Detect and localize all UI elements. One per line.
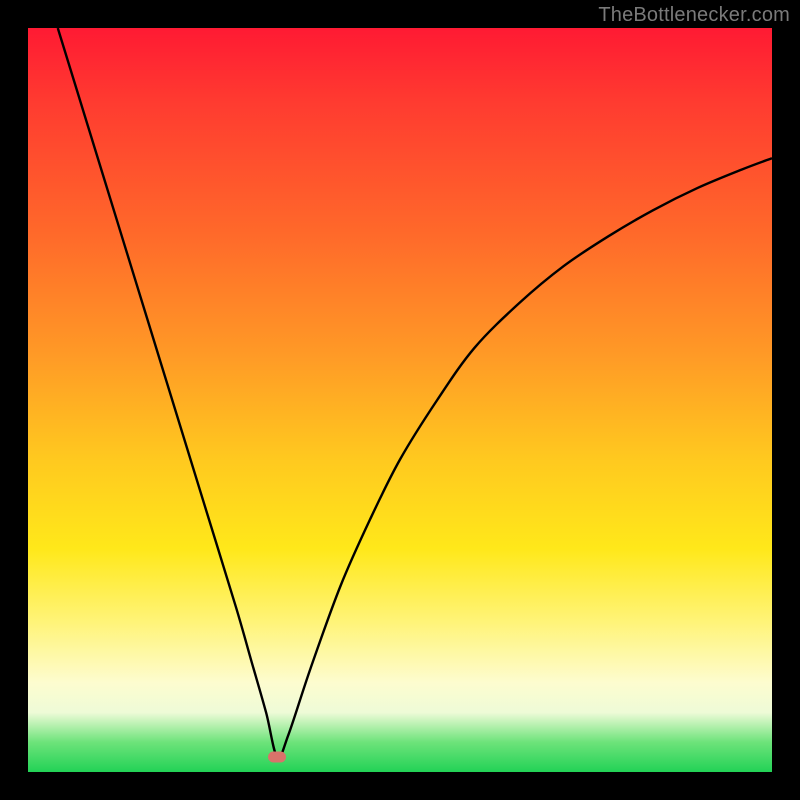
chart-plot-area — [28, 28, 772, 772]
curve-line — [58, 28, 772, 758]
min-marker — [268, 752, 286, 763]
attribution-text: TheBottlenecker.com — [598, 4, 790, 27]
bottleneck-curve — [28, 28, 772, 772]
chart-frame: TheBottlenecker.com — [0, 0, 800, 800]
